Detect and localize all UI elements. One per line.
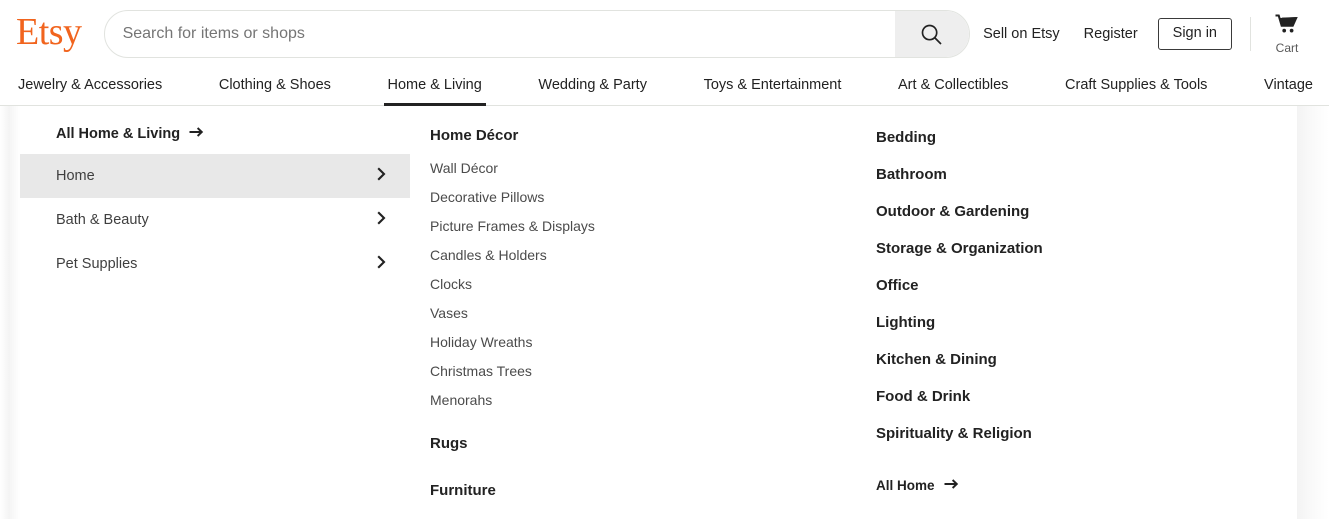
sublink-wall-decor[interactable]: Wall Décor: [430, 153, 833, 182]
sublink-decorative-pillows[interactable]: Decorative Pillows: [430, 182, 833, 211]
sublink-vases[interactable]: Vases: [430, 298, 833, 327]
nav-item-art-collectibles[interactable]: Art & Collectibles: [894, 68, 1012, 105]
mega-menu: All Home & Living Home Bath & Beauty Pet…: [0, 106, 1329, 519]
arrow-right-icon: [944, 478, 959, 493]
mega-menu-middle-column: Home Décor Wall Décor Decorative Pillows…: [410, 106, 853, 519]
all-home-and-living-label: All Home & Living: [56, 126, 181, 142]
cart-button[interactable]: Cart: [1265, 14, 1309, 54]
chevron-right-icon: [377, 211, 386, 229]
shopping-cart-icon: [1274, 14, 1300, 41]
chevron-right-icon: [377, 255, 386, 273]
sign-in-button[interactable]: Sign in: [1157, 18, 1232, 50]
all-home-and-living-link[interactable]: All Home & Living: [20, 114, 410, 154]
group-heading-bedding[interactable]: Bedding: [876, 120, 1277, 157]
nav-item-wedding-party[interactable]: Wedding & Party: [534, 68, 651, 105]
nav-item-home-living[interactable]: Home & Living: [383, 68, 487, 105]
all-home-link[interactable]: All Home: [876, 453, 959, 493]
group-heading-furniture[interactable]: Furniture: [430, 461, 833, 508]
site-header: Etsy Sell on Etsy Register Sign in: [0, 0, 1329, 68]
header-divider: [1250, 17, 1251, 51]
group-heading-kitchen-dining[interactable]: Kitchen & Dining: [876, 342, 1277, 379]
sublink-holiday-wreaths[interactable]: Holiday Wreaths: [430, 327, 833, 356]
group-heading-home-decor[interactable]: Home Décor: [430, 120, 833, 153]
mega-menu-right-shadow: [1297, 106, 1329, 519]
nav-item-clothing-shoes[interactable]: Clothing & Shoes: [215, 68, 335, 105]
sublink-picture-frames-displays[interactable]: Picture Frames & Displays: [430, 211, 833, 240]
mega-menu-level1-column: All Home & Living Home Bath & Beauty Pet…: [20, 106, 410, 519]
group-heading-outdoor-gardening[interactable]: Outdoor & Gardening: [876, 194, 1277, 231]
all-home-label: All Home: [876, 478, 935, 493]
search-input[interactable]: [104, 11, 895, 57]
sidebar-item-label: Bath & Beauty: [56, 212, 149, 228]
sell-on-etsy-link[interactable]: Sell on Etsy: [975, 20, 1068, 48]
header-actions: Sell on Etsy Register Sign in Cart: [975, 14, 1311, 54]
sublink-clocks[interactable]: Clocks: [430, 269, 833, 298]
group-heading-lighting[interactable]: Lighting: [876, 305, 1277, 342]
sidebar-item-bath-beauty[interactable]: Bath & Beauty: [20, 198, 410, 242]
group-heading-storage-organization[interactable]: Storage & Organization: [876, 231, 1277, 268]
mega-menu-panel: All Home & Living Home Bath & Beauty Pet…: [20, 106, 1297, 519]
nav-item-vintage[interactable]: Vintage: [1260, 68, 1317, 105]
sidebar-item-home[interactable]: Home: [20, 154, 410, 198]
sublink-christmas-trees[interactable]: Christmas Trees: [430, 356, 833, 385]
group-heading-food-drink[interactable]: Food & Drink: [876, 379, 1277, 416]
nav-item-jewelry-accessories[interactable]: Jewelry & Accessories: [14, 68, 166, 105]
sidebar-item-label: Home: [56, 168, 95, 184]
nav-item-craft-supplies-tools[interactable]: Craft Supplies & Tools: [1061, 68, 1211, 105]
sublink-menorahs[interactable]: Menorahs: [430, 385, 833, 414]
group-heading-bathroom[interactable]: Bathroom: [876, 157, 1277, 194]
category-nav: Jewelry & Accessories Clothing & Shoes H…: [0, 68, 1329, 106]
search-button[interactable]: [894, 11, 969, 57]
chevron-right-icon: [377, 167, 386, 185]
mega-menu-right-column: Bedding Bathroom Outdoor & Gardening Sto…: [853, 106, 1297, 519]
search-icon: [920, 23, 943, 46]
cart-label: Cart: [1275, 41, 1299, 55]
category-nav-list: Jewelry & Accessories Clothing & Shoes H…: [0, 68, 1329, 105]
arrow-right-icon: [189, 126, 204, 142]
sidebar-item-label: Pet Supplies: [56, 256, 138, 272]
register-link[interactable]: Register: [1076, 20, 1146, 48]
group-heading-rugs[interactable]: Rugs: [430, 414, 833, 461]
group-heading-office[interactable]: Office: [876, 268, 1277, 305]
etsy-logo[interactable]: Etsy: [16, 13, 82, 55]
search-bar[interactable]: [103, 10, 970, 58]
group-heading-spirituality-religion[interactable]: Spirituality & Religion: [876, 416, 1277, 453]
mega-menu-left-shadow: [0, 106, 20, 519]
sidebar-item-pet-supplies[interactable]: Pet Supplies: [20, 242, 410, 286]
sublink-candles-holders[interactable]: Candles & Holders: [430, 240, 833, 269]
nav-item-toys-entertainment[interactable]: Toys & Entertainment: [700, 68, 846, 105]
